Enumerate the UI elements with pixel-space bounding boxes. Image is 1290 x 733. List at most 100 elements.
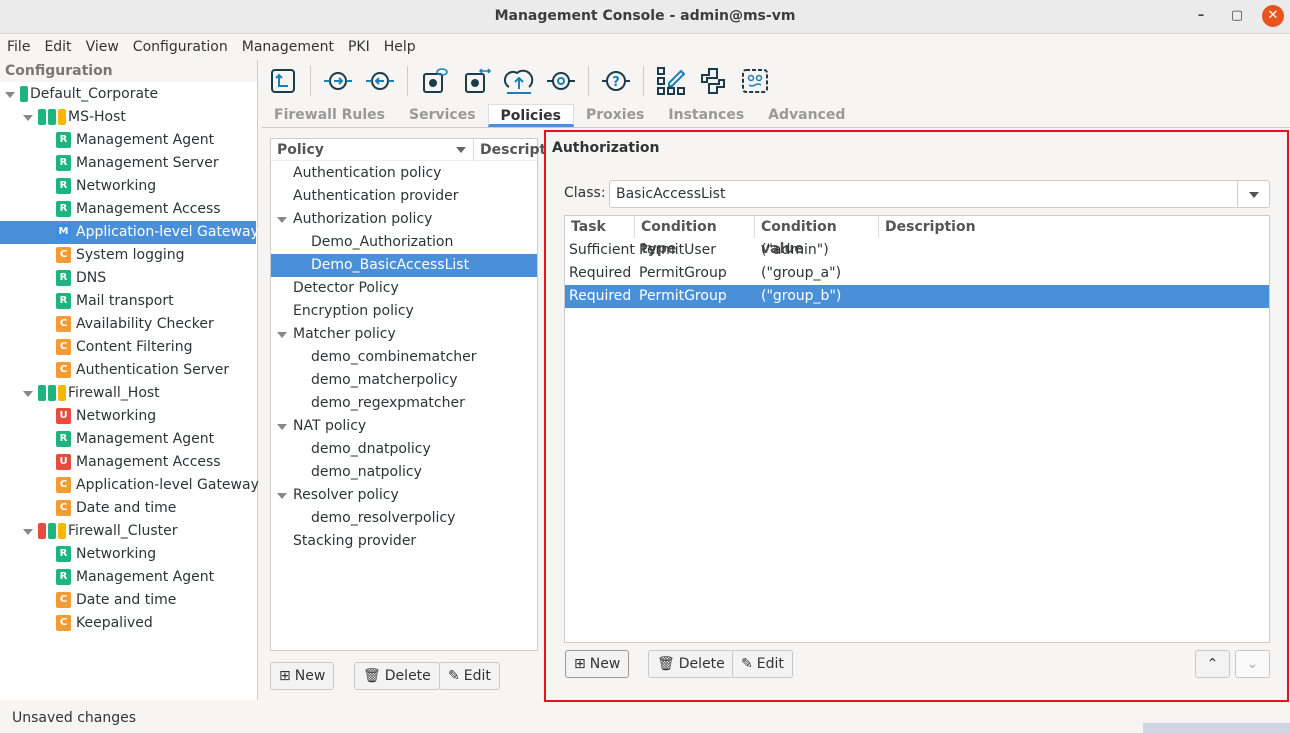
tree-item[interactable]: Firewall_Cluster: [0, 520, 256, 543]
policy-item[interactable]: demo_natpolicy: [271, 461, 537, 484]
menu-help[interactable]: Help: [377, 35, 423, 59]
connect-button[interactable]: [322, 65, 354, 97]
tree-item[interactable]: R Networking: [0, 175, 256, 198]
policy-item[interactable]: Demo_BasicAccessList: [271, 254, 537, 277]
tab-instances[interactable]: Instances: [656, 104, 756, 127]
column-header-task[interactable]: Task: [565, 216, 635, 238]
help-button[interactable]: ?: [600, 65, 632, 97]
policy-new-button[interactable]: ⊞ New: [270, 662, 335, 690]
view-config-button[interactable]: [419, 65, 451, 97]
tree-item[interactable]: C Authentication Server: [0, 359, 256, 382]
tree-item[interactable]: R Management Access: [0, 198, 256, 221]
tree-item[interactable]: R Management Agent: [0, 129, 256, 152]
menu-pki[interactable]: PKI: [341, 35, 377, 59]
policy-item[interactable]: Authentication policy: [271, 162, 537, 185]
table-cell: PermitUser: [639, 242, 716, 258]
rule-edit-button[interactable]: ✎ Edit: [732, 650, 793, 678]
expand-arrow-icon[interactable]: [23, 529, 33, 535]
tree-item[interactable]: C Content Filtering: [0, 336, 256, 359]
move-down-button[interactable]: ⌄: [1235, 650, 1270, 678]
column-header-condition-type[interactable]: Condition type: [635, 216, 755, 257]
menu-file[interactable]: File: [0, 35, 37, 59]
tab-proxies[interactable]: Proxies: [574, 104, 656, 127]
maximize-button[interactable]: ▢: [1226, 5, 1248, 27]
tree-item[interactable]: U Management Access: [0, 451, 256, 474]
class-select[interactable]: BasicAccessList: [609, 180, 1270, 208]
table-cell: Sufficient: [569, 242, 635, 258]
policy-item[interactable]: demo_regexpmatcher: [271, 392, 537, 415]
tab-services[interactable]: Services: [397, 104, 488, 127]
tab-advanced[interactable]: Advanced: [756, 104, 857, 127]
policy-item[interactable]: demo_matcherpolicy: [271, 369, 537, 392]
transfer-config-icon: [465, 68, 492, 93]
tree-item[interactable]: C Keepalived: [0, 612, 256, 635]
expand-arrow-icon[interactable]: [277, 493, 287, 499]
policy-item[interactable]: Detector Policy: [271, 277, 537, 300]
expand-arrow-icon[interactable]: [23, 115, 33, 121]
policy-item[interactable]: Resolver policy: [271, 484, 537, 507]
table-row[interactable]: Sufficient PermitUser ("admin"): [565, 239, 1269, 262]
tree-item[interactable]: M Application-level Gateway: [0, 221, 259, 244]
disconnect-icon: [366, 72, 394, 90]
table-row[interactable]: Required PermitGroup ("group_a"): [565, 262, 1269, 285]
tree-item[interactable]: R Networking: [0, 543, 256, 566]
policy-item[interactable]: Stacking provider: [271, 530, 537, 553]
tab-firewall-rules[interactable]: Firewall Rules: [262, 104, 397, 127]
policy-item[interactable]: Authorization policy: [271, 208, 537, 231]
tree-item[interactable]: R Mail transport: [0, 290, 256, 313]
column-header-description[interactable]: Description: [879, 216, 1269, 238]
rule-new-button[interactable]: ⊞ New: [565, 650, 630, 678]
menu-management[interactable]: Management: [235, 35, 341, 59]
tree-item[interactable]: C Availability Checker: [0, 313, 256, 336]
expand-arrow-icon[interactable]: [23, 391, 33, 397]
terminal-button[interactable]: [739, 65, 771, 97]
table-row[interactable]: Required PermitGroup ("group_b"): [565, 285, 1269, 308]
tree-item[interactable]: Default_Corporate: [0, 83, 256, 106]
policy-item[interactable]: demo_dnatpolicy: [271, 438, 537, 461]
tree-item[interactable]: R DNS: [0, 267, 256, 290]
close-button[interactable]: ✕: [1262, 5, 1284, 27]
move-up-button[interactable]: ⌃: [1195, 650, 1230, 678]
tree-item[interactable]: Firewall_Host: [0, 382, 256, 405]
tab-policies[interactable]: Policies: [487, 104, 574, 127]
tree-item[interactable]: R Management Agent: [0, 428, 256, 451]
expand-arrow-icon[interactable]: [277, 217, 287, 223]
transfer-config-button[interactable]: [461, 65, 493, 97]
disconnect-button[interactable]: [364, 65, 396, 97]
edit-grid-button[interactable]: [655, 65, 687, 97]
service-button[interactable]: [545, 65, 577, 97]
policy-delete-button[interactable]: 🗑 Delete: [354, 662, 440, 690]
menu-configuration[interactable]: Configuration: [126, 35, 235, 59]
rule-delete-button[interactable]: 🗑 Delete: [648, 650, 734, 678]
menu-edit[interactable]: Edit: [37, 35, 78, 59]
column-header-condition-value[interactable]: Condition value: [755, 216, 879, 257]
tree-item-icons: C Authentication Server: [56, 359, 229, 382]
description-column-header[interactable]: Descript: [473, 139, 546, 161]
tree-item[interactable]: U Networking: [0, 405, 256, 428]
tree-item[interactable]: C System logging: [0, 244, 256, 267]
expand-arrow-icon[interactable]: [5, 92, 15, 98]
policy-item[interactable]: Encryption policy: [271, 300, 537, 323]
policy-edit-button[interactable]: ✎ Edit: [439, 662, 500, 690]
cloud-upload-button[interactable]: [503, 65, 535, 97]
expand-arrow-icon[interactable]: [277, 332, 287, 338]
tree-item[interactable]: MS-Host: [0, 106, 256, 129]
policy-item[interactable]: NAT policy: [271, 415, 537, 438]
policy-column-header[interactable]: Policy Descript: [271, 139, 546, 161]
policy-item[interactable]: demo_resolverpolicy: [271, 507, 537, 530]
tree-item[interactable]: R Management Agent: [0, 566, 256, 589]
expand-arrow-icon[interactable]: [277, 424, 287, 430]
upload-config-button[interactable]: [267, 65, 299, 97]
policy-item[interactable]: demo_combinematcher: [271, 346, 537, 369]
policy-item[interactable]: Authentication provider: [271, 185, 537, 208]
tree-item[interactable]: C Date and time: [0, 497, 256, 520]
tree-item[interactable]: R Management Server: [0, 152, 256, 175]
chevron-down-icon[interactable]: [1237, 181, 1269, 207]
tree-item[interactable]: C Date and time: [0, 589, 256, 612]
python-button[interactable]: [697, 65, 729, 97]
tree-item[interactable]: C Application-level Gateway: [0, 474, 259, 497]
menu-view[interactable]: View: [79, 35, 126, 59]
policy-item[interactable]: Matcher policy: [271, 323, 537, 346]
minimize-button[interactable]: –: [1190, 5, 1212, 27]
policy-item[interactable]: Demo_Authorization: [271, 231, 537, 254]
